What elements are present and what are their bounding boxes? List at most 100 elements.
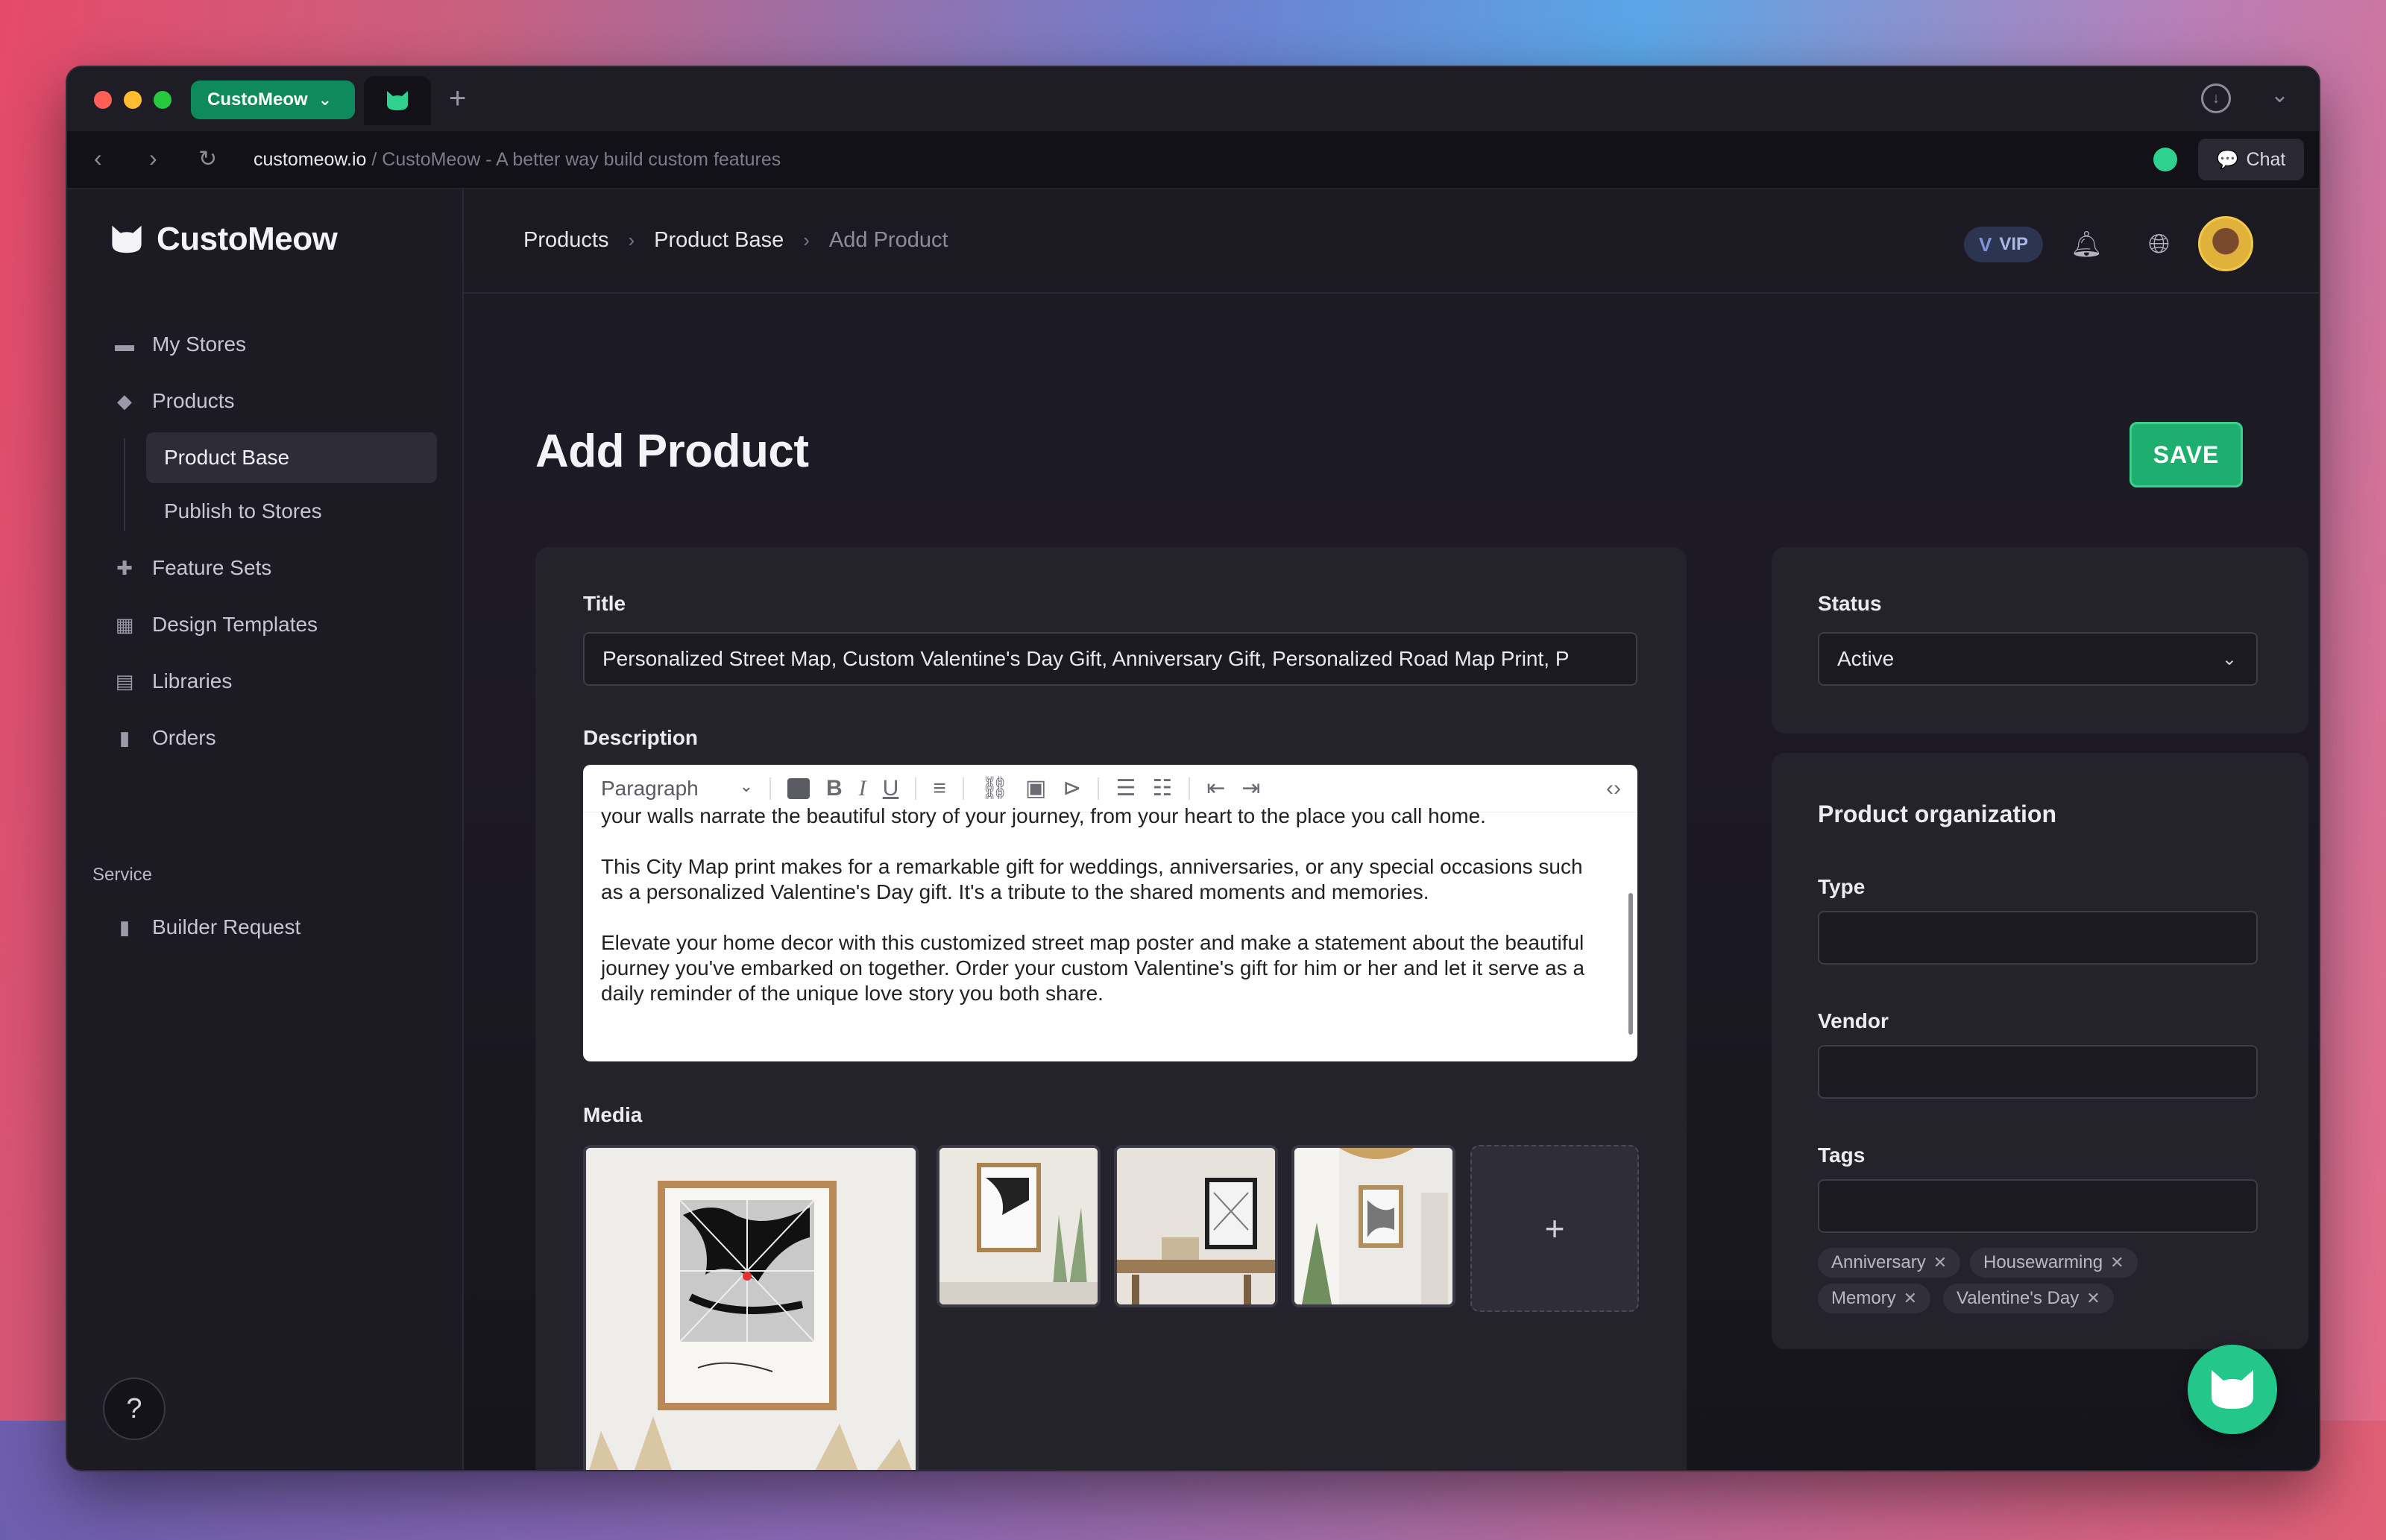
- underline-icon[interactable]: U: [883, 776, 899, 801]
- address-bar: ‹ › ↻ customeow.io / CustoMeow - A bette…: [67, 131, 2319, 189]
- save-button[interactable]: SAVE: [2130, 422, 2243, 487]
- tag-label: Valentine's Day: [1957, 1288, 2080, 1308]
- product-organization-card: Product organization Type Vendor Tags An…: [1772, 753, 2308, 1349]
- close-window-button[interactable]: [94, 91, 112, 109]
- text-color-icon[interactable]: [787, 777, 810, 799]
- submenu-divider: [124, 438, 125, 531]
- toolbar-divider: [1098, 777, 1100, 800]
- vip-badge[interactable]: V VIP: [1963, 227, 2043, 262]
- title-bar: CustoMeow ⌄ + ↓ ⌄: [67, 67, 2319, 131]
- toolbar-divider: [915, 777, 917, 800]
- tab-group-pill[interactable]: CustoMeow ⌄: [191, 81, 355, 119]
- sidebar-item-publish-to-stores[interactable]: Publish to Stores: [146, 486, 437, 537]
- active-tab[interactable]: [364, 76, 431, 125]
- breadcrumb-product-base[interactable]: Product Base: [654, 228, 784, 253]
- product-image-room-1: [939, 1148, 1098, 1304]
- support-chat-fab[interactable]: [2188, 1345, 2277, 1434]
- italic-icon[interactable]: I: [859, 776, 866, 801]
- avatar[interactable]: [2198, 216, 2253, 271]
- remove-tag-icon[interactable]: ✕: [2110, 1253, 2124, 1272]
- service-menu: ▮ Builder Request: [109, 899, 437, 956]
- description-editor[interactable]: Paragraph ⌄ B I U ≡ ⛓︎ ▣ ⊳ ☰ ☷ ⇤ ⇥ ‹› yo…: [583, 765, 1637, 1061]
- organization-heading: Product organization: [1818, 801, 2056, 827]
- sidebar-item-my-stores[interactable]: ▬ My Stores: [109, 316, 437, 373]
- help-button[interactable]: ?: [103, 1378, 166, 1440]
- code-view-icon[interactable]: ‹›: [1606, 776, 1621, 801]
- sidebar-item-products[interactable]: ◆ Products: [109, 373, 437, 429]
- remove-tag-icon[interactable]: ✕: [1904, 1289, 1917, 1308]
- product-details-card: Title Personalized Street Map, Custom Va…: [535, 547, 1687, 1470]
- video-icon[interactable]: ⊳: [1063, 775, 1081, 801]
- brand-logo[interactable]: CustoMeow: [109, 221, 338, 258]
- vendor-input[interactable]: [1818, 1045, 2258, 1099]
- bullet-list-icon[interactable]: ☰: [1115, 775, 1136, 801]
- status-select[interactable]: Active ⌄: [1818, 632, 2258, 686]
- tag-chip: Housewarming ✕: [1970, 1248, 2138, 1278]
- remove-tag-icon[interactable]: ✕: [1933, 1253, 1947, 1272]
- indent-icon[interactable]: ⇥: [1241, 775, 1260, 801]
- tag-chip: Valentine's Day ✕: [1943, 1284, 2114, 1313]
- sidebar-item-feature-sets[interactable]: ✚ Feature Sets: [109, 540, 437, 596]
- paragraph-format-select[interactable]: Paragraph ⌄: [601, 777, 753, 801]
- type-label: Type: [1818, 875, 1866, 898]
- back-icon[interactable]: ‹: [94, 145, 102, 172]
- vip-icon: V: [1978, 233, 1992, 256]
- request-icon: ▮: [119, 915, 130, 938]
- chat-bubble-icon: 💬: [2216, 149, 2239, 170]
- link-icon[interactable]: ⛓︎: [980, 775, 1009, 801]
- toolbar-divider: [962, 777, 964, 800]
- add-media-button[interactable]: +: [1470, 1145, 1639, 1312]
- chevron-right-icon: ›: [803, 229, 810, 251]
- outdent-icon[interactable]: ⇤: [1206, 775, 1225, 801]
- sidebar-item-builder-request[interactable]: ▮ Builder Request: [109, 899, 437, 956]
- download-icon[interactable]: ↓: [2201, 83, 2231, 113]
- media-thumbnail[interactable]: [937, 1145, 1101, 1307]
- sidebar-item-label: Orders: [152, 726, 216, 749]
- media-thumbnail[interactable]: [1291, 1145, 1455, 1307]
- image-icon[interactable]: ▣: [1025, 775, 1046, 801]
- align-icon[interactable]: ≡: [933, 776, 946, 801]
- minimize-window-button[interactable]: [124, 91, 142, 109]
- sidebar-item-label: Builder Request: [152, 915, 301, 938]
- tags-input[interactable]: [1818, 1179, 2258, 1233]
- description-paragraph: your walls narrate the beautiful story o…: [601, 804, 1486, 827]
- chevron-down-icon[interactable]: ⌄: [2270, 82, 2289, 108]
- puzzle-icon: ✚: [116, 556, 133, 579]
- media-thumbnail[interactable]: [583, 1145, 919, 1470]
- url-field[interactable]: customeow.io / CustoMeow - A better way …: [254, 149, 781, 171]
- brand-name: CustoMeow: [157, 221, 338, 257]
- chat-button[interactable]: 💬 Chat: [2198, 139, 2304, 180]
- sidebar-menu: ▬ My Stores ◆ Products Product Base Publ…: [109, 316, 437, 766]
- maximize-window-button[interactable]: [154, 91, 171, 109]
- reload-icon[interactable]: ↻: [198, 146, 217, 172]
- browser-window: CustoMeow ⌄ + ↓ ⌄ ‹ › ↻ customeow.io / C…: [66, 66, 2320, 1471]
- url-domain: customeow.io: [254, 149, 367, 170]
- language-globe-icon[interactable]: 🌐︎: [2148, 228, 2170, 260]
- cat-logo-icon: [112, 225, 142, 253]
- numbered-list-icon[interactable]: ☷: [1152, 775, 1172, 801]
- editor-content[interactable]: your walls narrate the beautiful story o…: [583, 804, 1637, 1006]
- product-image-room-3: [1294, 1148, 1452, 1304]
- forward-icon[interactable]: ›: [149, 145, 157, 172]
- new-tab-icon[interactable]: +: [449, 82, 466, 116]
- toolbar-divider: [769, 777, 771, 800]
- media-thumbnail[interactable]: [1114, 1145, 1278, 1307]
- paragraph-format-label: Paragraph: [601, 776, 699, 800]
- bold-icon[interactable]: B: [826, 776, 843, 801]
- bell-icon[interactable]: 🔔︎: [2071, 230, 2103, 259]
- sidebar-item-libraries[interactable]: ▤ Libraries: [109, 653, 437, 710]
- title-input[interactable]: Personalized Street Map, Custom Valentin…: [583, 632, 1637, 686]
- editor-scrollbar[interactable]: [1628, 893, 1633, 1035]
- description-paragraph: This City Map print makes for a remarkab…: [601, 855, 1583, 903]
- extension-icon[interactable]: [2153, 148, 2177, 171]
- sidebar-item-product-base[interactable]: Product Base: [146, 432, 437, 483]
- sidebar-item-label: Design Templates: [152, 613, 318, 636]
- breadcrumb-products[interactable]: Products: [523, 228, 608, 253]
- tag-label: Memory: [1831, 1288, 1896, 1308]
- cat-logo-icon: [387, 91, 408, 110]
- sidebar-item-orders[interactable]: ▮ Orders: [109, 710, 437, 766]
- sidebar-item-label: Libraries: [152, 669, 233, 692]
- remove-tag-icon[interactable]: ✕: [2086, 1289, 2100, 1308]
- type-input[interactable]: [1818, 911, 2258, 965]
- sidebar-item-design-templates[interactable]: ▦ Design Templates: [109, 596, 437, 653]
